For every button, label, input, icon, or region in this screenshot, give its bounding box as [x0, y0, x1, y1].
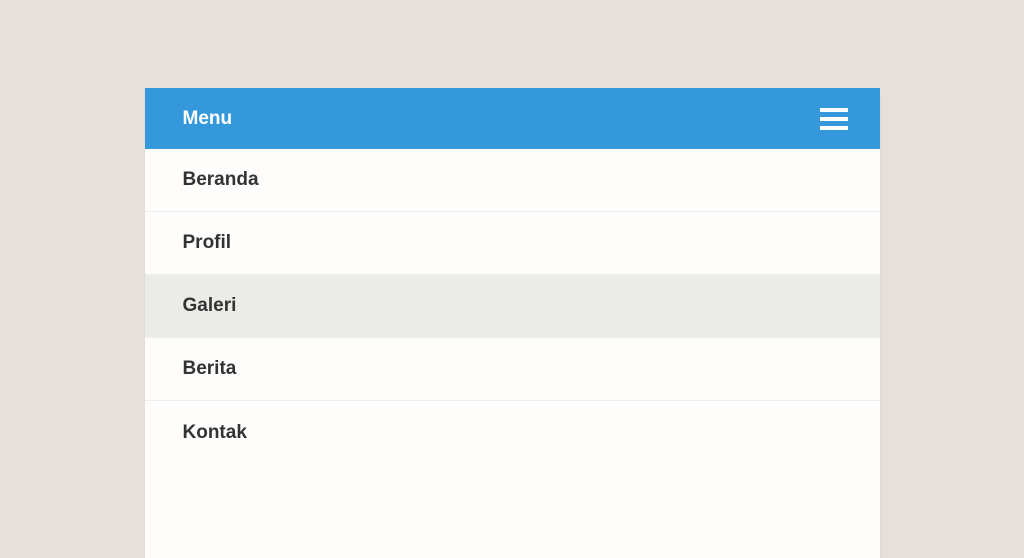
menu-item-label: Berita	[183, 358, 237, 380]
menu-list: Beranda Profil Galeri Berita Kontak	[145, 149, 880, 464]
hamburger-icon[interactable]	[820, 108, 848, 130]
menu-title: Menu	[183, 108, 233, 130]
menu-item-label: Galeri	[183, 295, 237, 317]
menu-item-label: Beranda	[183, 169, 259, 191]
menu-header: Menu	[145, 88, 880, 149]
menu-item-label: Kontak	[183, 422, 247, 444]
menu-item-kontak[interactable]: Kontak	[145, 401, 880, 464]
menu-item-beranda[interactable]: Beranda	[145, 149, 880, 212]
menu-item-profil[interactable]: Profil	[145, 212, 880, 275]
menu-item-label: Profil	[183, 232, 232, 254]
menu-item-galeri[interactable]: Galeri	[145, 275, 880, 338]
menu-container: Menu Beranda Profil Galeri Berita Kontak	[145, 88, 880, 558]
menu-item-berita[interactable]: Berita	[145, 338, 880, 401]
